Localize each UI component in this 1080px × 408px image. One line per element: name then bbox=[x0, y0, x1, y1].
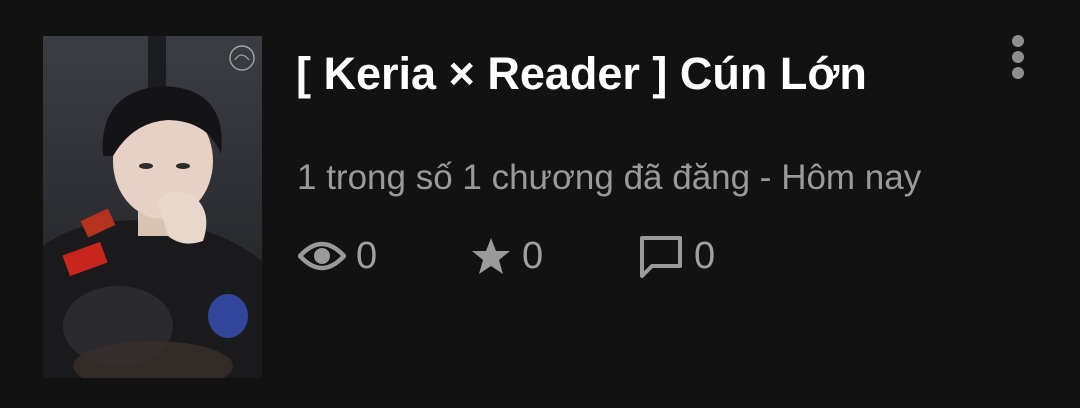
star-icon bbox=[472, 238, 510, 274]
eye-icon bbox=[298, 241, 346, 271]
comments-count: 0 bbox=[694, 234, 716, 277]
more-vertical-icon bbox=[1012, 35, 1024, 47]
comment-icon bbox=[640, 236, 682, 278]
votes-count: 0 bbox=[522, 234, 544, 277]
more-vertical-icon-dot bbox=[1012, 67, 1024, 79]
story-title[interactable]: [ Keria × Reader ] Cún Lớn bbox=[296, 46, 867, 102]
more-options-button[interactable] bbox=[1002, 32, 1034, 84]
views-count: 0 bbox=[356, 234, 378, 277]
story-card[interactable]: [ Keria × Reader ] Cún Lớn 1 trong số 1 … bbox=[0, 0, 1080, 408]
more-vertical-icon-dot bbox=[1012, 51, 1024, 63]
story-chapter-info: 1 trong số 1 chương đã đăng - Hôm nay bbox=[297, 158, 922, 197]
views-stat: 0 bbox=[298, 230, 377, 282]
story-cover-image[interactable] bbox=[43, 36, 262, 378]
comments-stat: 0 bbox=[638, 230, 715, 282]
votes-stat: 0 bbox=[470, 230, 543, 282]
